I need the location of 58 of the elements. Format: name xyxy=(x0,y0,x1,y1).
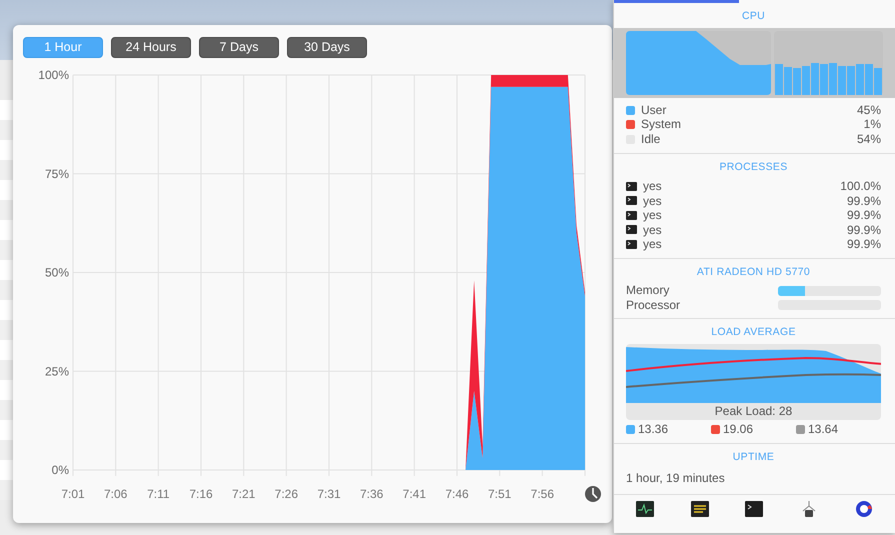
x-axis-label: 7:01 xyxy=(61,487,85,501)
terminal-icon xyxy=(626,182,637,191)
time-range-tab[interactable]: 7 Days xyxy=(199,37,279,58)
process-cpu: 100.0% xyxy=(840,179,881,194)
load-value: 13.64 xyxy=(808,422,838,437)
time-range-tab[interactable]: 24 Hours xyxy=(111,37,191,58)
process-name: yes xyxy=(643,194,662,208)
gauge-icon[interactable] xyxy=(854,500,873,517)
x-axis-label: 7:31 xyxy=(317,487,341,501)
time-range-tab[interactable]: 30 Days xyxy=(287,37,367,58)
load-value: 13.36 xyxy=(638,422,668,437)
peak-load-label: Peak Load: 28 xyxy=(714,403,794,420)
process-cpu: 99.9% xyxy=(846,208,881,222)
meter-label: Processor xyxy=(626,298,680,312)
y-axis-label: 25% xyxy=(44,364,69,378)
x-axis-label: 7:26 xyxy=(274,487,298,501)
uptime-value: 1 hour, 19 minutes xyxy=(626,470,726,487)
process-name: yes xyxy=(643,222,662,237)
legend-label: User xyxy=(641,102,666,118)
x-axis-label: 7:41 xyxy=(402,487,426,501)
section-title: CPU xyxy=(740,9,766,24)
legend-value: 54% xyxy=(856,132,881,146)
legend-label: System xyxy=(641,117,682,132)
x-axis-label: 7:06 xyxy=(104,487,128,501)
process-name: yes xyxy=(643,237,662,252)
legend-label: Idle xyxy=(641,132,660,146)
legend-value: 1% xyxy=(864,117,881,132)
terminal-icon xyxy=(626,225,637,234)
x-axis-label: 7:11 xyxy=(147,487,170,501)
process-name: yes xyxy=(643,179,662,194)
meter-label: Memory xyxy=(626,283,670,298)
x-axis-label: 7:16 xyxy=(189,487,213,501)
x-axis-label: 7:56 xyxy=(530,487,554,501)
section-title: UPTIME xyxy=(732,450,776,465)
section-title: LOAD AVERAGE xyxy=(710,325,797,340)
log-screen-icon[interactable] xyxy=(690,500,709,517)
process-cpu: 99.9% xyxy=(846,237,881,252)
y-axis-label: 100% xyxy=(38,68,69,82)
y-axis-label: 75% xyxy=(44,166,69,181)
x-axis-label: 7:46 xyxy=(445,487,469,501)
clock-icon[interactable] xyxy=(585,486,601,502)
section-title: ATI RADEON HD 5770 xyxy=(696,264,812,280)
legend-value: 45% xyxy=(856,102,881,118)
process-cpu: 99.9% xyxy=(846,194,881,208)
terminal-icon xyxy=(626,240,637,249)
x-axis-label: 7:51 xyxy=(488,487,512,501)
pulse-monitor-icon[interactable] xyxy=(636,500,654,517)
process-name: yes xyxy=(643,208,662,222)
load-value: 19.06 xyxy=(723,422,754,437)
terminal-icon[interactable] xyxy=(745,500,764,517)
x-axis-label: 7:21 xyxy=(232,487,256,501)
x-axis-label: 7:36 xyxy=(360,487,384,501)
terminal-icon xyxy=(626,196,637,206)
terminal-icon xyxy=(626,210,637,220)
y-axis-label: 50% xyxy=(44,266,69,280)
section-title: PROCESSES xyxy=(718,160,789,176)
process-cpu: 99.9% xyxy=(846,222,881,237)
y-axis-label: 0% xyxy=(52,463,69,477)
